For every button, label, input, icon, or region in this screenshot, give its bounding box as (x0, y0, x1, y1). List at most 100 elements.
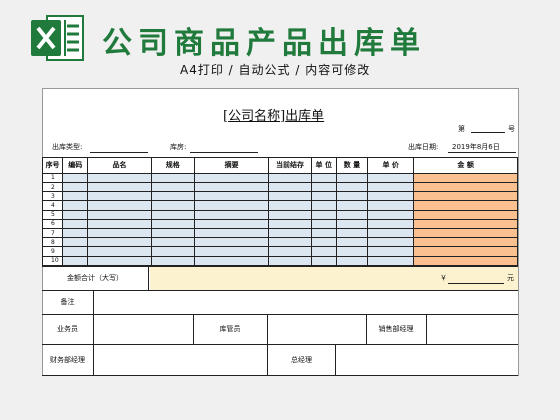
cell[interactable] (193, 191, 270, 202)
remark-field[interactable] (94, 291, 517, 313)
cell[interactable] (87, 237, 152, 248)
cell[interactable] (268, 228, 312, 239)
title-company-name[interactable]: 公司名称 (228, 109, 280, 124)
amount-cell[interactable] (413, 228, 518, 239)
cell[interactable] (150, 181, 195, 193)
cell[interactable] (87, 181, 152, 193)
cell[interactable] (268, 181, 312, 193)
cell[interactable] (150, 209, 195, 220)
cell[interactable] (87, 200, 152, 211)
cell[interactable] (193, 246, 270, 257)
amount-cell[interactable] (413, 237, 518, 248)
cell[interactable] (62, 209, 89, 220)
cell[interactable] (268, 172, 312, 183)
outbound-date-value[interactable]: 2019年8月6日 (452, 143, 500, 152)
cell[interactable] (62, 255, 89, 267)
cell[interactable] (268, 218, 312, 230)
cell[interactable] (335, 209, 369, 220)
cell[interactable] (87, 255, 152, 267)
cell[interactable] (367, 191, 415, 202)
cell[interactable] (310, 172, 337, 183)
cell[interactable] (87, 228, 152, 239)
cell[interactable] (367, 237, 415, 248)
cell[interactable] (62, 228, 89, 239)
cell[interactable] (193, 237, 270, 248)
finance-manager-field[interactable] (94, 345, 266, 374)
cell[interactable] (87, 209, 152, 220)
cell[interactable] (62, 191, 89, 202)
cell[interactable] (310, 255, 337, 267)
total-number-field[interactable] (448, 283, 504, 284)
cell[interactable] (87, 191, 152, 202)
amount-cell[interactable] (413, 218, 518, 230)
cell[interactable] (335, 218, 369, 230)
cell[interactable] (62, 200, 89, 211)
cell[interactable] (150, 218, 195, 230)
cell[interactable] (150, 172, 195, 183)
cell[interactable] (150, 191, 195, 202)
cell[interactable] (335, 191, 369, 202)
cell[interactable] (268, 200, 312, 211)
cell[interactable] (310, 228, 337, 239)
cell[interactable] (268, 191, 312, 202)
outbound-type-field[interactable] (90, 152, 148, 153)
cell[interactable] (87, 218, 152, 230)
cell[interactable] (367, 255, 415, 267)
cell[interactable] (193, 200, 270, 211)
amount-cell[interactable] (413, 200, 518, 211)
cell[interactable] (310, 181, 337, 193)
salesman-field[interactable] (94, 315, 192, 343)
cell[interactable] (367, 181, 415, 193)
cell[interactable] (150, 228, 195, 239)
cell[interactable] (87, 172, 152, 183)
cell[interactable] (367, 172, 415, 183)
cell[interactable] (367, 246, 415, 257)
cell[interactable] (310, 191, 337, 202)
cell[interactable] (335, 255, 369, 267)
amount-cell[interactable] (413, 246, 518, 257)
cell[interactable] (268, 255, 312, 267)
cell[interactable] (310, 246, 337, 257)
doc-number-field[interactable] (471, 132, 505, 133)
cell[interactable] (310, 218, 337, 230)
total-amount-field[interactable] (150, 266, 518, 290)
amount-cell[interactable] (413, 191, 518, 202)
amount-cell[interactable] (413, 172, 518, 183)
cell[interactable] (150, 237, 195, 248)
warehouse-field[interactable] (190, 152, 258, 153)
cell[interactable] (150, 255, 195, 267)
sales-manager-field[interactable] (427, 315, 517, 343)
amount-cell[interactable] (413, 181, 518, 193)
general-manager-field[interactable] (336, 345, 517, 374)
cell[interactable] (87, 246, 152, 257)
cell[interactable] (193, 218, 270, 230)
cell[interactable] (335, 172, 369, 183)
cell[interactable] (62, 246, 89, 257)
cell[interactable] (62, 237, 89, 248)
cell[interactable] (150, 246, 195, 257)
cell[interactable] (268, 209, 312, 220)
cell[interactable] (335, 181, 369, 193)
cell[interactable] (367, 218, 415, 230)
cell[interactable] (193, 172, 270, 183)
cell[interactable] (310, 209, 337, 220)
cell[interactable] (310, 237, 337, 248)
cell[interactable] (193, 228, 270, 239)
cell[interactable] (335, 246, 369, 257)
amount-cell[interactable] (413, 255, 518, 267)
cell[interactable] (310, 200, 337, 211)
cell[interactable] (268, 246, 312, 257)
cell[interactable] (367, 200, 415, 211)
keeper-field[interactable] (268, 315, 365, 343)
cell[interactable] (193, 181, 270, 193)
cell[interactable] (367, 209, 415, 220)
cell[interactable] (62, 218, 89, 230)
cell[interactable] (193, 209, 270, 220)
cell[interactable] (62, 172, 89, 183)
cell[interactable] (367, 228, 415, 239)
amount-cell[interactable] (413, 209, 518, 220)
cell[interactable] (335, 228, 369, 239)
cell[interactable] (150, 200, 195, 211)
cell[interactable] (62, 181, 89, 193)
cell[interactable] (268, 237, 312, 248)
